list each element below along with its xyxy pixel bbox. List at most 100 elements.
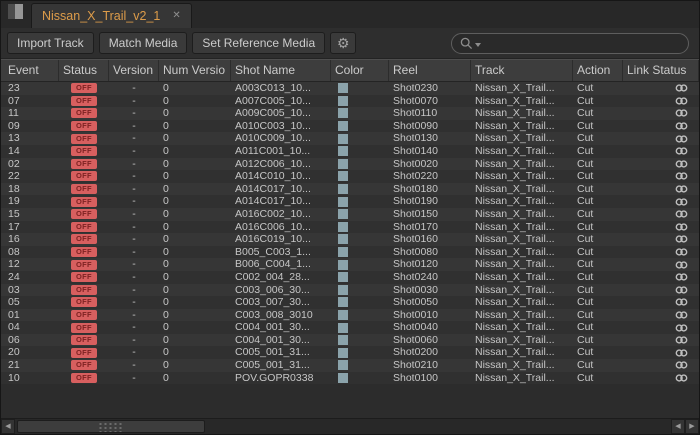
link-icon[interactable] xyxy=(675,159,688,169)
shot-name-cell[interactable]: C004_001_30... xyxy=(231,334,331,347)
reel-cell[interactable]: Shot0230 xyxy=(389,82,471,95)
reel-cell[interactable]: Shot0100 xyxy=(389,372,471,385)
shot-name-cell[interactable]: C005_001_31... xyxy=(231,359,331,372)
table-row[interactable]: 16 OFF - 0 A016C019_10... Shot0160 Nissa… xyxy=(1,233,699,246)
color-swatch[interactable] xyxy=(338,323,348,333)
link-icon[interactable] xyxy=(675,197,688,207)
status-badge[interactable]: OFF xyxy=(71,234,97,244)
table-row[interactable]: 05 OFF - 0 C003_007_30... Shot0050 Nissa… xyxy=(1,296,699,309)
tab-nissan-x-trail[interactable]: Nissan_X_Trail_v2_1 ✕ xyxy=(31,3,192,28)
shot-name-cell[interactable]: C004_001_30... xyxy=(231,321,331,334)
table-row[interactable]: 18 OFF - 0 A014C017_10... Shot0180 Nissa… xyxy=(1,183,699,196)
close-icon[interactable]: ✕ xyxy=(172,11,180,21)
link-icon[interactable] xyxy=(675,285,688,295)
link-icon[interactable] xyxy=(675,323,688,333)
status-badge[interactable]: OFF xyxy=(71,272,97,282)
reel-cell[interactable]: Shot0050 xyxy=(389,296,471,309)
shot-name-cell[interactable]: A003C013_10... xyxy=(231,82,331,95)
scroll-left-button[interactable]: ◀ xyxy=(1,419,15,434)
status-badge[interactable]: OFF xyxy=(71,247,97,257)
version-cell[interactable]: - xyxy=(109,158,159,171)
status-badge[interactable]: OFF xyxy=(71,348,97,358)
table-row[interactable]: 02 OFF - 0 A012C006_10... Shot0020 Nissa… xyxy=(1,158,699,171)
link-icon[interactable] xyxy=(675,247,688,257)
color-swatch[interactable] xyxy=(338,209,348,219)
column-header-action[interactable]: Action xyxy=(573,60,623,81)
pane-layout-icon[interactable] xyxy=(8,4,25,21)
settings-button[interactable]: ⚙ xyxy=(330,32,356,54)
color-swatch[interactable] xyxy=(338,247,348,257)
color-swatch[interactable] xyxy=(338,285,348,295)
status-badge[interactable]: OFF xyxy=(71,260,97,270)
link-icon[interactable] xyxy=(675,348,688,358)
color-swatch[interactable] xyxy=(338,272,348,282)
color-swatch[interactable] xyxy=(338,184,348,194)
link-icon[interactable] xyxy=(675,146,688,156)
reel-cell[interactable]: Shot0120 xyxy=(389,258,471,271)
status-badge[interactable]: OFF xyxy=(71,335,97,345)
color-swatch[interactable] xyxy=(338,310,348,320)
color-swatch[interactable] xyxy=(338,83,348,93)
scrollbar-thumb[interactable] xyxy=(17,420,205,433)
shot-name-cell[interactable]: A014C010_10... xyxy=(231,170,331,183)
status-badge[interactable]: OFF xyxy=(71,285,97,295)
color-swatch[interactable] xyxy=(338,134,348,144)
version-cell[interactable]: - xyxy=(109,321,159,334)
status-badge[interactable]: OFF xyxy=(71,146,97,156)
shot-name-cell[interactable]: A012C006_10... xyxy=(231,158,331,171)
color-swatch[interactable] xyxy=(338,222,348,232)
color-swatch[interactable] xyxy=(338,159,348,169)
column-header-reel[interactable]: Reel xyxy=(389,60,471,81)
search-box[interactable] xyxy=(451,33,689,54)
shot-name-cell[interactable]: A014C017_10... xyxy=(231,195,331,208)
reel-cell[interactable]: Shot0210 xyxy=(389,359,471,372)
version-cell[interactable]: - xyxy=(109,246,159,259)
color-swatch[interactable] xyxy=(338,108,348,118)
link-icon[interactable] xyxy=(675,260,688,270)
color-swatch[interactable] xyxy=(338,197,348,207)
reel-cell[interactable]: Shot0070 xyxy=(389,95,471,108)
status-badge[interactable]: OFF xyxy=(71,323,97,333)
version-cell[interactable]: - xyxy=(109,170,159,183)
reel-cell[interactable]: Shot0160 xyxy=(389,233,471,246)
shot-name-cell[interactable]: A011C001_10... xyxy=(231,145,331,158)
status-badge[interactable]: OFF xyxy=(71,83,97,93)
status-badge[interactable]: OFF xyxy=(71,209,97,219)
table-row[interactable]: 08 OFF - 0 B005_C003_1... Shot0080 Nissa… xyxy=(1,246,699,259)
shot-name-cell[interactable]: C003_006_30... xyxy=(231,284,331,297)
status-badge[interactable]: OFF xyxy=(71,121,97,131)
version-cell[interactable]: - xyxy=(109,309,159,322)
shot-name-cell[interactable]: B005_C003_1... xyxy=(231,246,331,259)
link-icon[interactable] xyxy=(675,373,688,383)
table-row[interactable]: 19 OFF - 0 A014C017_10... Shot0190 Nissa… xyxy=(1,195,699,208)
color-swatch[interactable] xyxy=(338,171,348,181)
column-header-event[interactable]: Event xyxy=(1,60,59,81)
version-cell[interactable]: - xyxy=(109,132,159,145)
table-row[interactable]: 20 OFF - 0 C005_001_31... Shot0200 Nissa… xyxy=(1,346,699,359)
status-badge[interactable]: OFF xyxy=(71,373,97,383)
reel-cell[interactable]: Shot0170 xyxy=(389,221,471,234)
version-cell[interactable]: - xyxy=(109,334,159,347)
version-cell[interactable]: - xyxy=(109,95,159,108)
column-header-shot-name[interactable]: Shot Name xyxy=(231,60,331,81)
shot-name-cell[interactable]: C003_008_3010 xyxy=(231,309,331,322)
status-badge[interactable]: OFF xyxy=(71,184,97,194)
shot-name-cell[interactable]: A010C003_10... xyxy=(231,120,331,133)
table-row[interactable]: 03 OFF - 0 C003_006_30... Shot0030 Nissa… xyxy=(1,284,699,297)
table-row[interactable]: 07 OFF - 0 A007C005_10... Shot0070 Nissa… xyxy=(1,95,699,108)
status-badge[interactable]: OFF xyxy=(71,310,97,320)
version-cell[interactable]: - xyxy=(109,372,159,385)
version-cell[interactable]: - xyxy=(109,107,159,120)
table-row[interactable]: 12 OFF - 0 B006_C004_1... Shot0120 Nissa… xyxy=(1,258,699,271)
status-badge[interactable]: OFF xyxy=(71,108,97,118)
shot-name-cell[interactable]: A009C005_10... xyxy=(231,107,331,120)
shot-name-cell[interactable]: C003_007_30... xyxy=(231,296,331,309)
shot-name-cell[interactable]: A016C002_10... xyxy=(231,208,331,221)
reel-cell[interactable]: Shot0190 xyxy=(389,195,471,208)
search-filter-dropdown-icon[interactable] xyxy=(475,43,481,47)
status-badge[interactable]: OFF xyxy=(71,297,97,307)
version-cell[interactable]: - xyxy=(109,233,159,246)
reel-cell[interactable]: Shot0140 xyxy=(389,145,471,158)
match-media-button[interactable]: Match Media xyxy=(99,32,188,54)
table-row[interactable]: 01 OFF - 0 C003_008_3010 Shot0010 Nissan… xyxy=(1,309,699,322)
